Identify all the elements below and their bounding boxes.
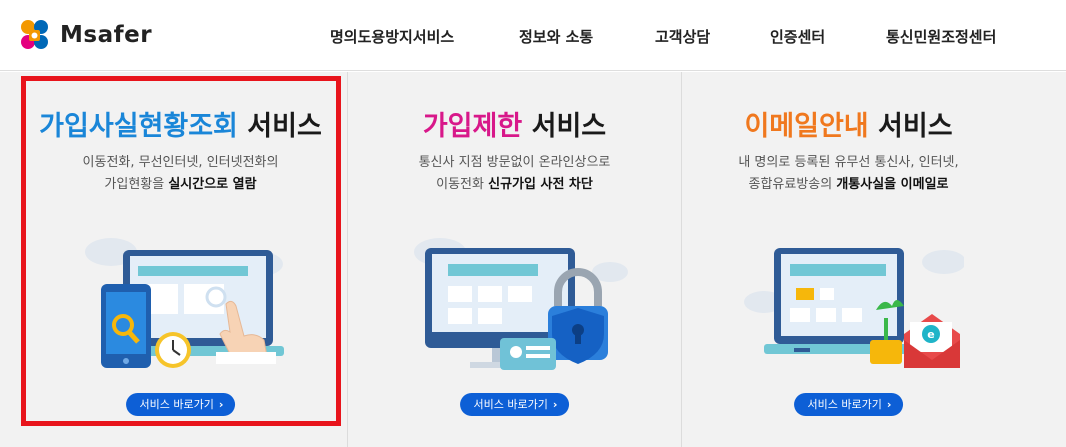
service-title-rest: 서비스 (237, 111, 322, 142)
description-line: 통신사 지점 방문없이 온라인상으로 (418, 155, 611, 170)
description-line: 내 명의로 등록된 유무선 통신사, 인터넷, (738, 155, 959, 170)
service-description: 이동전화, 무선인터넷, 인터넷전화의 가입현황을 실시간으로 열람 (14, 152, 347, 196)
description-line: 이동전화, 무선인터넷, 인터넷전화의 (82, 155, 279, 170)
msafer-logo[interactable]: Msafer (14, 15, 152, 55)
laptop-envelope-plant-icon: e (734, 222, 966, 382)
service-link-button[interactable]: 서비스 바로가기 › (125, 393, 236, 416)
description-emphasis: 신규가입 사전 차단 (488, 177, 593, 192)
description-line: 가입현황을 실시간으로 열람 (104, 177, 257, 192)
service-description: 통신사 지점 방문없이 온라인상으로 이동전화 신규가입 사전 차단 (348, 152, 681, 196)
nav-item-auth-center[interactable]: 인증센터 (770, 26, 825, 47)
service-link-button[interactable]: 서비스 바로가기 › (793, 393, 904, 416)
service-link-button[interactable]: 서비스 바로가기 › (459, 393, 570, 416)
brand-name: Msafer (60, 22, 153, 48)
nav-item-customer-support[interactable]: 고객상담 (655, 26, 710, 47)
description-emphasis: 개통사실을 이메일로 (836, 177, 949, 192)
service-title-highlight: 가입제한 (422, 111, 523, 142)
chevron-right-icon: › (886, 398, 892, 411)
phone-magnifier-clock-icon (66, 222, 296, 382)
monitor-lock-shield-icon (400, 222, 630, 382)
description-emphasis: 실시간으로 열람 (168, 177, 257, 192)
nav-item-identity-theft-prevention[interactable]: 명의도용방지서비스 (330, 26, 454, 47)
service-panels: 가입사실현황조회 서비스 이동전화, 무선인터넷, 인터넷전화의 가입현황을 실… (0, 72, 1066, 447)
service-card-email-notice: 이메일안내 서비스 내 명의로 등록된 유무선 통신사, 인터넷, 종합유료방송… (682, 72, 1015, 447)
service-description: 내 명의로 등록된 유무선 통신사, 인터넷, 종합유료방송의 개통사실을 이메… (682, 152, 1015, 196)
service-title-highlight: 가입사실현황조회 (39, 111, 238, 142)
nav-item-info-communication[interactable]: 정보와 소통 (519, 26, 593, 47)
description-line: 이동전화 신규가입 사전 차단 (436, 177, 593, 192)
service-card-subscription-status: 가입사실현황조회 서비스 이동전화, 무선인터넷, 인터넷전화의 가입현황을 실… (14, 72, 347, 447)
msafer-logo-icon (21, 20, 48, 49)
service-title-rest: 서비스 (522, 111, 607, 142)
svg-text:e: e (927, 328, 934, 341)
chevron-right-icon: › (552, 398, 558, 411)
nav-item-dispute-center[interactable]: 통신민원조정센터 (886, 26, 996, 47)
site-header: Msafer 명의도용방지서비스 정보와 소통 고객상담 인증센터 통신민원조정… (0, 0, 1066, 71)
service-card-subscription-block: 가입제한 서비스 통신사 지점 방문없이 온라인상으로 이동전화 신규가입 사전… (348, 72, 681, 447)
description-line: 종합유료방송의 개통사실을 이메일로 (748, 177, 949, 192)
service-title: 가입제한 서비스 (348, 104, 681, 143)
service-title: 가입사실현황조회 서비스 (14, 104, 347, 143)
service-title-rest: 서비스 (868, 111, 953, 142)
chevron-right-icon: › (218, 398, 224, 411)
service-title: 이메일안내 서비스 (682, 104, 1015, 143)
service-title-highlight: 이메일안내 (744, 111, 869, 142)
